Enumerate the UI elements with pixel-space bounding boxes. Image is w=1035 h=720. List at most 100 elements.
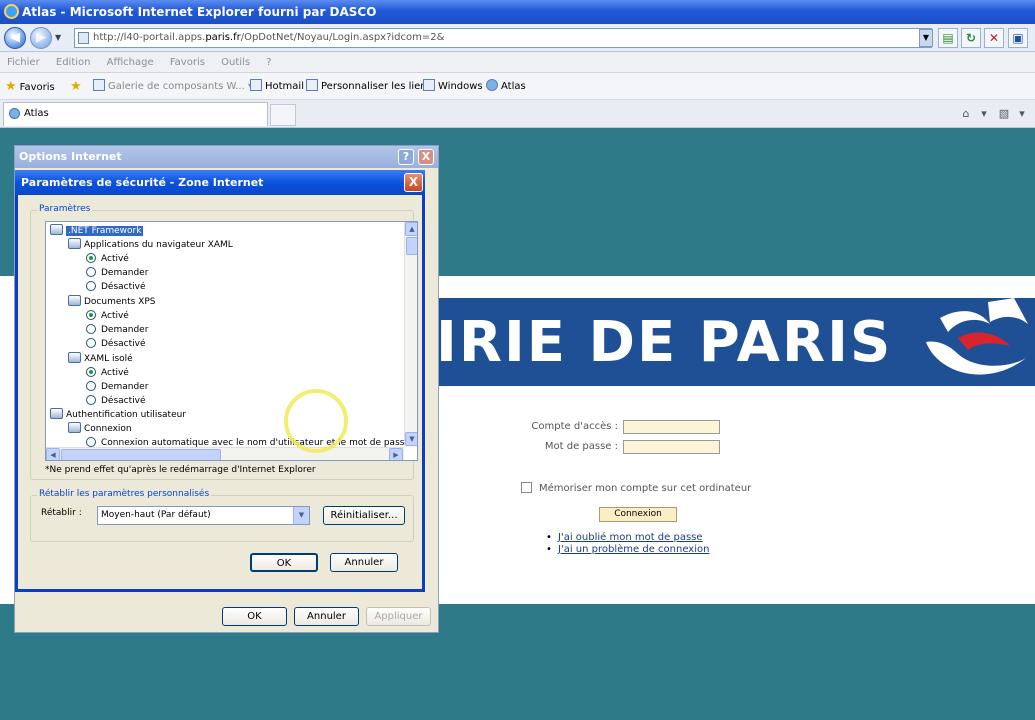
fav-link-personnaliser[interactable]: Personnaliser les liens xyxy=(306,73,432,100)
settings-tree[interactable]: .NET Framework Applications du navigateu… xyxy=(45,221,418,461)
atlas-icon xyxy=(486,79,498,91)
refresh-icon[interactable]: ↻ xyxy=(961,28,981,48)
back-button[interactable]: ◀ xyxy=(4,27,26,49)
users-icon xyxy=(68,422,81,433)
settings-icon xyxy=(68,352,81,363)
new-tab-button[interactable] xyxy=(270,104,296,126)
tree-item-connexion[interactable]: Connexion xyxy=(68,422,132,436)
add-favorite-icon[interactable]: ★ xyxy=(70,73,85,101)
reset-button[interactable]: Réinitialiser... xyxy=(323,506,405,525)
radio-icon xyxy=(86,437,96,447)
security-close-button[interactable]: X xyxy=(404,173,423,192)
tab-atlas[interactable]: Atlas xyxy=(3,102,268,126)
radio-isolated-active[interactable]: Activé xyxy=(86,366,129,380)
restart-note: *Ne prend effet qu'après le redémarrage … xyxy=(45,465,316,475)
security-titlebar: Paramètres de sécurité - Zone Internet xyxy=(15,170,425,195)
remember-label: Mémoriser mon compte sur cet ordinateur xyxy=(539,483,752,494)
fav-link-atlas[interactable]: Atlas xyxy=(486,73,526,100)
options-ok-button[interactable]: OK xyxy=(222,607,287,626)
address-suffix: /OpDotNet/Noyau/Login.aspx?idcom=2& xyxy=(240,32,445,43)
scroll-thumb[interactable] xyxy=(61,449,221,460)
scroll-up-icon[interactable]: ▲ xyxy=(405,222,417,236)
connexion-button[interactable]: Connexion xyxy=(599,507,677,522)
tab-bar: Atlas ⌂ ▾ ▧ ▾ xyxy=(0,100,1035,128)
scroll-thumb[interactable] xyxy=(406,237,417,255)
menu-affichage[interactable]: Affichage xyxy=(107,52,154,73)
page-icon xyxy=(93,79,105,91)
scroll-right-icon[interactable]: ▶ xyxy=(389,448,403,460)
login-label: Compte d'accès : xyxy=(531,421,618,432)
radio-xps-ask[interactable]: Demander xyxy=(86,323,148,337)
banner-text: IRIE DE PARIS xyxy=(436,310,893,375)
menu-outils[interactable]: Outils xyxy=(221,52,250,73)
radio-icon xyxy=(86,395,96,405)
password-input[interactable] xyxy=(623,440,720,454)
radio-icon xyxy=(86,253,96,263)
tree-item-auth[interactable]: Authentification utilisateur xyxy=(50,408,186,422)
users-icon xyxy=(50,408,63,419)
address-prefix: http://l40-portail.apps. xyxy=(93,32,206,43)
address-domain: paris.fr xyxy=(205,32,241,43)
radio-xaml-disabled[interactable]: Désactivé xyxy=(86,280,146,294)
chevron-down-icon: ▼ xyxy=(293,507,309,524)
radio-isolated-ask[interactable]: Demander xyxy=(86,380,148,394)
remember-checkbox[interactable] xyxy=(521,482,532,493)
history-dropdown-icon[interactable]: ▼ xyxy=(55,33,61,42)
reset-label: Rétablir : xyxy=(41,508,82,518)
scroll-down-icon[interactable]: ▼ xyxy=(405,432,417,446)
feeds-dropdown-icon[interactable]: ▾ xyxy=(1014,106,1030,122)
options-close-button[interactable]: X xyxy=(418,149,434,165)
forgot-password-link[interactable]: • J'ai oublié mon mot de passe xyxy=(546,532,703,543)
scroll-left-icon[interactable]: ◀ xyxy=(46,448,60,460)
paris-logo-icon xyxy=(926,298,1028,375)
navigation-bar: ◀ ▶ ▼ http://l40-portail.apps.paris.fr/O… xyxy=(0,24,1035,52)
favorites-button[interactable]: ★ Favoris xyxy=(5,73,55,101)
fav-link-galerie[interactable]: Galerie de composants W... ▾ xyxy=(93,73,253,100)
tree-item-xaml-apps[interactable]: Applications du navigateur XAML xyxy=(68,238,233,252)
favorites-bar: ★ Favoris ★ Galerie de composants W... ▾ … xyxy=(0,73,1035,100)
feeds-icon[interactable]: ▧ xyxy=(996,106,1012,122)
radio-xps-disabled[interactable]: Désactivé xyxy=(86,337,146,351)
security-cancel-button[interactable]: Annuler xyxy=(330,553,398,572)
address-bar[interactable]: http://l40-portail.apps.paris.fr/OpDotNe… xyxy=(74,28,932,48)
compatibility-icon[interactable]: ▤ xyxy=(938,28,958,48)
options-cancel-button[interactable]: Annuler xyxy=(294,607,359,626)
home-icon[interactable]: ⌂ xyxy=(958,106,974,122)
tree-item-dotnet[interactable]: .NET Framework xyxy=(50,224,144,238)
radio-icon xyxy=(86,281,96,291)
forward-button[interactable]: ▶ xyxy=(30,27,52,49)
page-icon xyxy=(78,32,89,44)
menu-fichier[interactable]: Fichier xyxy=(7,52,40,73)
menu-favoris[interactable]: Favoris xyxy=(170,52,205,73)
help-button[interactable]: ? xyxy=(398,149,414,165)
options-titlebar: Options Internet xyxy=(15,146,438,168)
home-dropdown-icon[interactable]: ▾ xyxy=(976,106,992,122)
radio-icon xyxy=(86,324,96,334)
radio-xaml-ask[interactable]: Demander xyxy=(86,266,148,280)
tree-item-xaml-isolated[interactable]: XAML isolé xyxy=(68,352,133,366)
menu-help[interactable]: ? xyxy=(266,52,271,73)
stop-icon[interactable]: ✕ xyxy=(984,28,1004,48)
tree-horizontal-scrollbar[interactable]: ◀ ▶ xyxy=(46,447,404,460)
radio-xaml-active[interactable]: Activé xyxy=(86,252,129,266)
menu-edition[interactable]: Edition xyxy=(56,52,91,73)
tree-vertical-scrollbar[interactable]: ▲ ▼ xyxy=(404,222,417,447)
radio-isolated-disabled[interactable]: Désactivé xyxy=(86,394,146,408)
security-ok-button[interactable]: OK xyxy=(250,553,318,572)
security-settings-dialog: Paramètres de sécurité - Zone Internet X… xyxy=(15,170,425,592)
page-icon xyxy=(306,79,318,91)
atlas-icon xyxy=(9,108,20,119)
reset-level-select[interactable]: Moyen-haut (Par défaut) ▼ xyxy=(97,506,310,525)
fav-link-hotmail[interactable]: Hotmail xyxy=(250,73,304,100)
reset-legend: Rétablir les paramètres personnalisés xyxy=(37,489,212,499)
window-title: Atlas - Microsoft Internet Explorer four… xyxy=(22,5,377,19)
radio-xps-active[interactable]: Activé xyxy=(86,309,129,323)
connection-problem-link[interactable]: • J'ai un problème de connexion xyxy=(546,544,709,555)
address-dropdown-icon[interactable]: ▼ xyxy=(919,29,933,47)
options-apply-button[interactable]: Appliquer xyxy=(366,607,431,626)
fav-link-windows[interactable]: Windows xyxy=(423,73,483,100)
tree-item-xps[interactable]: Documents XPS xyxy=(68,295,155,309)
login-input[interactable] xyxy=(623,420,720,434)
page-icon xyxy=(423,79,435,91)
search-provider-icon[interactable]: ▣ xyxy=(1008,28,1028,48)
